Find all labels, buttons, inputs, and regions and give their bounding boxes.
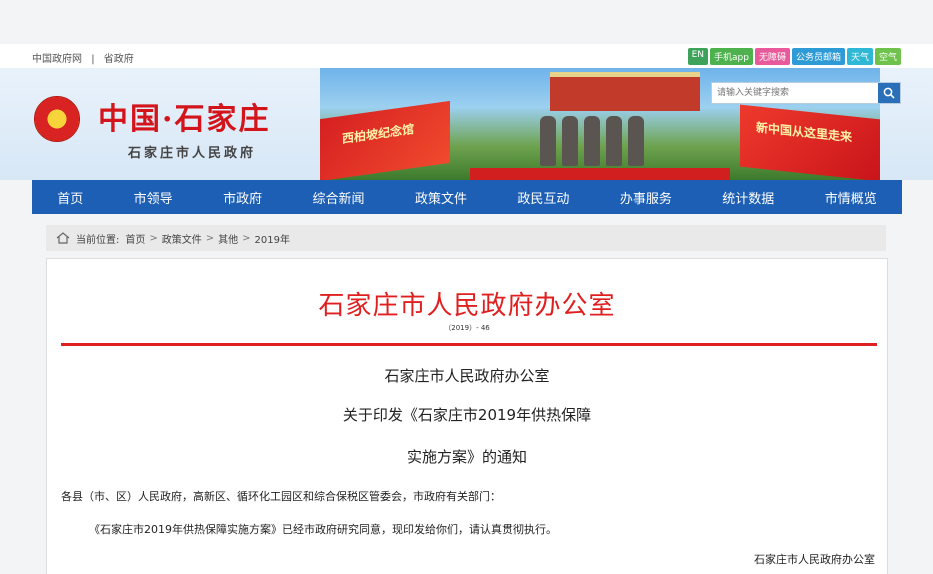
document-number: （2019）- 46 bbox=[444, 324, 490, 332]
red-divider bbox=[61, 343, 877, 346]
red-banner-strip bbox=[470, 168, 730, 180]
document-signature: 石家庄市人民政府办公室 bbox=[754, 553, 875, 566]
quick-en-button[interactable]: EN bbox=[687, 48, 708, 65]
statue-figure bbox=[562, 116, 578, 166]
quick-accessibility-button[interactable]: 无障碍 bbox=[754, 48, 790, 65]
nav-item-services[interactable]: 办事服务 bbox=[620, 188, 672, 207]
document-issuer: 石家庄市人民政府办公室 bbox=[318, 291, 616, 321]
statue-figure bbox=[606, 116, 622, 166]
flag-right-text: 新中国从这里走来 bbox=[756, 120, 853, 145]
search-icon bbox=[883, 87, 895, 99]
nav-item-leaders[interactable]: 市领导 bbox=[134, 188, 173, 207]
nav-item-overview[interactable]: 市情概览 bbox=[825, 188, 877, 207]
breadcrumb-other[interactable]: 其他 bbox=[218, 231, 238, 246]
nav-item-statistics[interactable]: 统计数据 bbox=[722, 188, 774, 207]
breadcrumb-separator: > bbox=[242, 232, 251, 244]
site-title: 中国·石家庄 bbox=[98, 102, 271, 137]
nav-item-policy[interactable]: 政策文件 bbox=[415, 188, 467, 207]
header-banner: 中国·石家庄 石家庄市人民政府 西柏坡纪念馆 新中国从这里走来 bbox=[0, 68, 933, 180]
search-box bbox=[711, 82, 901, 104]
document-recipients: 各县（市、区）人民政府，高新区、循环化工园区和综合保税区管委会，市政府有关部门： bbox=[61, 490, 501, 503]
top-bar: 中国政府网 | 省政府 EN 手机app 无障碍 公务员邮箱 天气 空气 bbox=[0, 44, 933, 69]
document-panel: 石家庄市人民政府办公室 （2019）- 46 石家庄市人民政府办公室 关于印发《… bbox=[46, 258, 888, 574]
link-province-gov[interactable]: 省政府 bbox=[104, 54, 134, 65]
document-title-line-2: 关于印发《石家庄市2019年供热保障 bbox=[342, 406, 592, 424]
document-title-line-3: 实施方案》的通知 bbox=[406, 448, 527, 466]
flag-left: 西柏坡纪念馆 bbox=[320, 100, 450, 180]
link-divider: | bbox=[91, 54, 95, 65]
breadcrumb-separator: > bbox=[149, 232, 158, 244]
home-icon bbox=[56, 232, 70, 244]
nav-item-government[interactable]: 市政府 bbox=[223, 188, 262, 207]
memorial-building bbox=[550, 72, 700, 111]
quick-air-button[interactable]: 空气 bbox=[874, 48, 901, 65]
search-input[interactable] bbox=[712, 83, 878, 103]
search-button[interactable] bbox=[878, 83, 900, 103]
breadcrumb-home[interactable]: 首页 bbox=[125, 231, 145, 246]
site-subtitle: 石家庄市人民政府 bbox=[128, 146, 257, 161]
quick-mail-button[interactable]: 公务员邮箱 bbox=[791, 48, 845, 65]
document-title-line-1: 石家庄市人民政府办公室 bbox=[384, 367, 550, 385]
flag-right: 新中国从这里走来 bbox=[740, 104, 880, 180]
breadcrumb-prefix: 当前位置: bbox=[76, 234, 120, 246]
breadcrumb-policy[interactable]: 政策文件 bbox=[162, 231, 202, 246]
statue-figure bbox=[584, 116, 600, 166]
quick-weather-button[interactable]: 天气 bbox=[846, 48, 873, 65]
nav-item-home[interactable]: 首页 bbox=[57, 188, 83, 207]
quick-links: EN 手机app 无障碍 公务员邮箱 天气 空气 bbox=[687, 48, 901, 65]
flag-left-text: 西柏坡纪念馆 bbox=[342, 121, 415, 147]
site-brand[interactable]: 中国·石家庄 石家庄市人民政府 bbox=[98, 94, 270, 161]
statue-figure bbox=[628, 116, 644, 166]
top-links: 中国政府网 | 省政府 bbox=[32, 50, 140, 65]
nav-item-news[interactable]: 综合新闻 bbox=[313, 188, 365, 207]
breadcrumb-separator: > bbox=[205, 232, 215, 244]
quick-app-button[interactable]: 手机app bbox=[709, 48, 753, 65]
nav-item-interaction[interactable]: 政民互动 bbox=[517, 188, 569, 207]
document-body: 《石家庄市2019年供热保障实施方案》已经市政府研究同意，现印发给你们，请认真贯… bbox=[89, 523, 557, 536]
link-central-gov[interactable]: 中国政府网 bbox=[32, 54, 82, 65]
breadcrumb: 当前位置: 首页 > 政策文件 > 其他 > 2019年 bbox=[46, 225, 886, 251]
statue-figure bbox=[540, 116, 556, 166]
national-emblem-icon bbox=[34, 96, 80, 142]
main-nav: 首页 市领导 市政府 综合新闻 政策文件 政民互动 办事服务 统计数据 市情概览 bbox=[32, 180, 902, 214]
breadcrumb-year[interactable]: 2019年 bbox=[255, 231, 290, 246]
